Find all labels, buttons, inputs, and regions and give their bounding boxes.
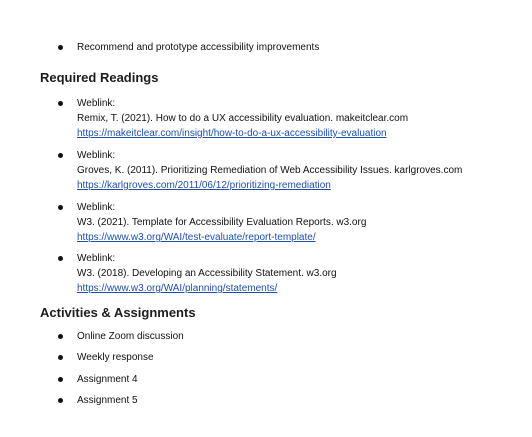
bullet-icon	[58, 398, 63, 403]
citation-text: W3. (2021). Template for Accessibility E…	[77, 217, 367, 228]
weblink-label: Weblink:	[77, 202, 116, 213]
reading-link[interactable]: https://www.w3.org/WAI/test-evaluate/rep…	[77, 230, 366, 245]
bullet-icon	[58, 355, 63, 360]
bullet-icon	[58, 101, 63, 106]
citation-text: W3. (2018). Developing an Accessibility …	[77, 268, 337, 279]
bullet-icon	[58, 45, 63, 50]
list-item-text: Assignment 4	[77, 374, 138, 385]
list-item-text: Assignment 5	[77, 395, 138, 406]
reading-link[interactable]: https://makeitclear.com/insight/how-to-d…	[77, 126, 408, 141]
citation-text: Groves, K. (2011). Prioritizing Remediat…	[77, 165, 463, 176]
weblink-label: Weblink:	[77, 253, 116, 264]
list-item-text: Weekly response	[77, 352, 154, 363]
bullet-icon	[58, 334, 63, 339]
bullet-icon	[58, 256, 63, 261]
weblink-label: Weblink:	[77, 150, 116, 161]
bullet-icon	[58, 377, 63, 382]
bullet-icon	[58, 205, 63, 210]
list-item-text: Recommend and prototype accessibility im…	[77, 42, 320, 53]
reading-link[interactable]: https://www.w3.org/WAI/planning/statemen…	[77, 281, 337, 296]
document-page: Recommend and prototype accessibility im…	[0, 0, 532, 437]
section-heading-required-readings: Required Readings	[40, 70, 159, 85]
citation-text: Remix, T. (2021). How to do a UX accessi…	[77, 113, 409, 124]
weblink-label: Weblink:	[77, 98, 116, 109]
reading-link[interactable]: https://karlgroves.com/2011/06/12/priori…	[77, 178, 462, 193]
section-heading-activities: Activities & Assignments	[40, 305, 196, 320]
bullet-icon	[58, 153, 63, 158]
list-item-text: Online Zoom discussion	[77, 331, 184, 342]
